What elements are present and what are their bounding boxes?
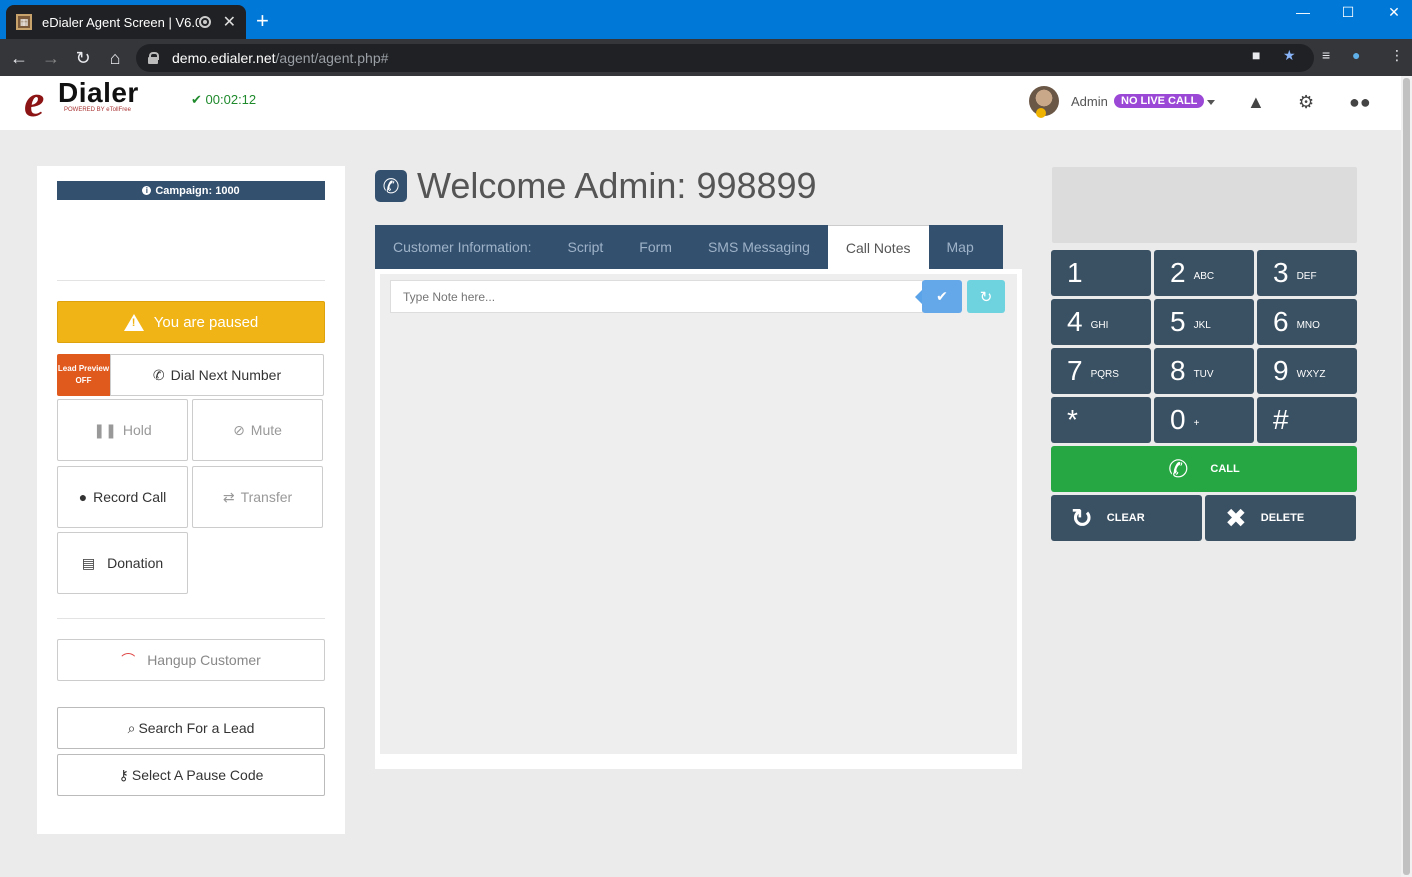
tab-sms-messaging[interactable]: SMS Messaging: [690, 225, 828, 269]
app-header: e Dialer POWERED BY eTollFree ✔ 00:02:12…: [0, 75, 1401, 130]
tab-form[interactable]: Form: [621, 225, 690, 269]
record-icon: ●: [78, 489, 88, 505]
minimize-icon[interactable]: —: [1280, 0, 1326, 24]
admin-name[interactable]: Admin: [1071, 94, 1108, 109]
call-button[interactable]: ✆ CALL: [1051, 446, 1357, 492]
browser-tab-bar: ▦ eDialer Agent Screen | V6.0 ✕ + — ☐ ✕: [0, 0, 1412, 39]
camera-icon[interactable]: ■: [1252, 47, 1260, 63]
tab-customer-information[interactable]: Customer Information:: [375, 225, 550, 269]
donation-button[interactable]: ▤ Donation: [57, 532, 188, 594]
campaign-bar: i Campaign: 1000: [57, 181, 325, 200]
road-icon[interactable]: ▲: [1247, 92, 1265, 113]
clear-button[interactable]: ↻ CLEAR: [1051, 495, 1202, 541]
key-8[interactable]: 8 TUV: [1154, 348, 1254, 394]
key-2[interactable]: 2 ABC: [1154, 250, 1254, 296]
lead-preview-toggle[interactable]: Lead Preview OFF: [57, 354, 110, 396]
favicon-icon: ▦: [16, 14, 32, 30]
bookmark-star-icon[interactable]: ★: [1283, 47, 1296, 64]
reload-icon[interactable]: ↻: [70, 45, 96, 71]
key-star[interactable]: *: [1051, 397, 1151, 443]
pause-icon: ❚❚: [93, 421, 117, 438]
close-tab-icon[interactable]: ✕: [223, 12, 236, 32]
key-6[interactable]: 6 MNO: [1257, 299, 1357, 345]
search-icon: ⌕: [127, 719, 136, 736]
scrollbar-thumb[interactable]: [1403, 78, 1410, 875]
call-timer: ✔ 00:02:12: [191, 92, 257, 107]
recording-icon: [198, 16, 211, 28]
refresh-notes-button[interactable]: ↻: [967, 280, 1005, 313]
retweet-icon: ⇄: [222, 488, 235, 505]
hangup-customer-button[interactable]: ⌒ Hangup Customer: [57, 639, 325, 681]
pause-code-button[interactable]: ⚷ Select A Pause Code: [57, 754, 325, 796]
key-5[interactable]: 5 JKL: [1154, 299, 1254, 345]
notes-area: [380, 274, 1017, 754]
search-lead-button[interactable]: ⌕ Search For a Lead: [57, 707, 325, 749]
status-badge: NO LIVE CALL: [1114, 94, 1205, 108]
tab-bar: Customer Information: Script Form SMS Me…: [375, 225, 1003, 269]
mute-button[interactable]: ⊘ Mute: [192, 399, 323, 461]
address-bar[interactable]: demo.edialer.net/agent/agent.php#: [136, 44, 1314, 72]
menu-dots-icon[interactable]: ⋮: [1390, 47, 1404, 64]
phone-icon: ✆: [1168, 455, 1189, 483]
key-7[interactable]: 7 PQRS: [1051, 348, 1151, 394]
browser-tab[interactable]: ▦ eDialer Agent Screen | V6.0 ✕: [6, 5, 246, 39]
check-icon: ✔: [191, 92, 202, 107]
gear-icon[interactable]: ⚙: [1298, 92, 1314, 113]
media-queue-icon[interactable]: ≡: [1322, 47, 1330, 63]
forward-icon[interactable]: →: [38, 45, 64, 71]
key-1[interactable]: 1: [1051, 250, 1151, 296]
close-window-icon[interactable]: ✕: [1371, 0, 1412, 24]
microphone-slash-icon: ⊘: [233, 421, 245, 438]
maximize-icon[interactable]: ☐: [1325, 0, 1371, 24]
divider: [57, 618, 325, 619]
divider: [57, 280, 325, 281]
record-call-button[interactable]: ● Record Call: [57, 466, 188, 528]
url-path: /agent/agent.php#: [275, 50, 389, 66]
status-dot: [1036, 108, 1046, 118]
note-arrow: [915, 290, 922, 304]
hold-button[interactable]: ❚❚ Hold: [57, 399, 188, 461]
lock-icon: [148, 52, 159, 64]
profile-icon[interactable]: ●: [1352, 47, 1360, 63]
hangup-icon: ⌒: [121, 652, 136, 668]
chevron-down-icon[interactable]: [1207, 100, 1215, 105]
tab-map[interactable]: Map: [929, 225, 992, 269]
refresh-icon: ↻: [979, 288, 993, 306]
key-9[interactable]: 9 WXYZ: [1257, 348, 1357, 394]
browser-tab-title: eDialer Agent Screen | V6.0: [42, 14, 199, 30]
phone-square-icon: ✆: [375, 170, 407, 202]
dial-display[interactable]: [1052, 167, 1357, 243]
key-4[interactable]: 4 GHI: [1051, 299, 1151, 345]
check-icon: ✔: [936, 288, 948, 304]
dial-next-button[interactable]: ✆ Dial Next Number: [110, 354, 324, 396]
key-0[interactable]: 0 +: [1154, 397, 1254, 443]
key-icon: ⚷: [118, 766, 129, 783]
paused-button[interactable]: You are paused: [57, 301, 325, 343]
note-input[interactable]: [390, 280, 923, 313]
left-control-panel: i Campaign: 1000 You are paused Lead Pre…: [37, 166, 345, 834]
transfer-button[interactable]: ⇄ Transfer: [192, 466, 323, 528]
close-icon: ✖: [1225, 502, 1247, 533]
users-icon[interactable]: ●●: [1349, 92, 1371, 113]
browser-toolbar: ← → ↻ ⌂ demo.edialer.net/agent/agent.php…: [0, 39, 1412, 76]
phone-icon: ✆: [152, 366, 165, 383]
save-note-button[interactable]: ✔: [922, 280, 962, 313]
home-icon[interactable]: ⌂: [102, 45, 128, 71]
back-icon[interactable]: ←: [6, 45, 32, 71]
page-title: ✆ Welcome Admin: 998899: [375, 165, 817, 206]
delete-button[interactable]: ✖ DELETE: [1205, 495, 1356, 541]
new-tab-icon[interactable]: +: [256, 8, 269, 34]
file-text-icon: ▤: [81, 554, 96, 571]
key-hash[interactable]: #: [1257, 397, 1357, 443]
warning-icon: [123, 313, 144, 331]
edialer-logo[interactable]: e Dialer POWERED BY eTollFree: [24, 75, 150, 126]
dial-group: Lead Preview OFF ✆ Dial Next Number: [57, 354, 325, 396]
tab-script[interactable]: Script: [550, 225, 622, 269]
info-icon: i: [142, 186, 152, 195]
tab-call-notes[interactable]: Call Notes: [827, 225, 929, 269]
call-notes-panel: ✔ ↻: [375, 269, 1022, 769]
url-host: demo.edialer.net: [172, 50, 276, 66]
refresh-icon: ↻: [1071, 502, 1093, 533]
key-3[interactable]: 3 DEF: [1257, 250, 1357, 296]
